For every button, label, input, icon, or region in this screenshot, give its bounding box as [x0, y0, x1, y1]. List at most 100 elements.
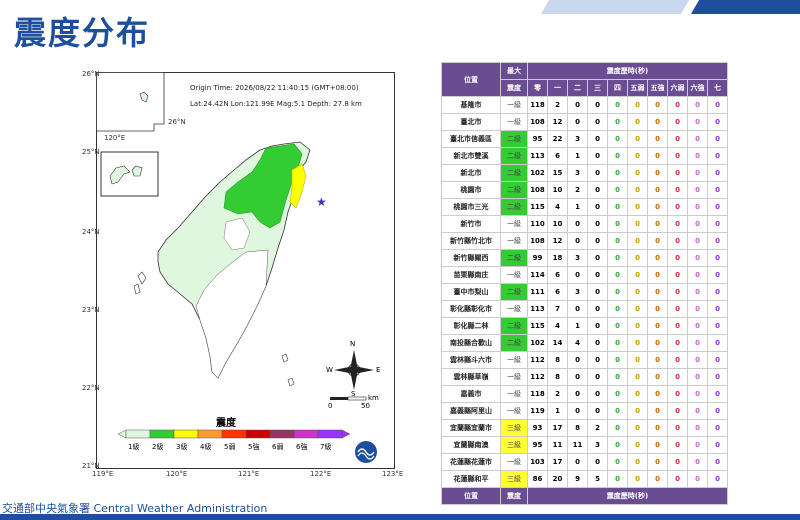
compass-w: W — [326, 366, 333, 374]
station-name: 彰化縣二林 — [441, 317, 501, 335]
duration-value: 0 — [667, 198, 688, 216]
duration-value: 0 — [607, 453, 628, 471]
duration-value: 115 — [527, 317, 548, 335]
duration-value: 0 — [707, 283, 728, 301]
table-row: 臺中市梨山 二級 111 6 3 0 0 0 0 0 0 0 — [441, 283, 728, 301]
duration-value: 17 — [547, 419, 568, 437]
duration-value: 0 — [687, 300, 708, 318]
intensity-map: ★ Origin Time: 2026/08/22 11:40:15 (GMT+… — [82, 70, 403, 478]
duration-value: 0 — [707, 266, 728, 284]
duration-value: 0 — [707, 215, 728, 233]
max-intensity: 一級 — [500, 453, 528, 471]
table-row: 新竹市 一級 110 10 0 0 0 0 0 0 0 0 — [441, 215, 728, 233]
max-intensity: 一級 — [500, 215, 528, 233]
duration-value: 0 — [667, 334, 688, 352]
table-row: 桃園市三光 二級 115 4 1 0 0 0 0 0 0 0 — [441, 198, 728, 216]
max-intensity: 二級 — [500, 181, 528, 199]
duration-value: 0 — [607, 164, 628, 182]
max-intensity: 一級 — [500, 96, 528, 114]
duration-value: 0 — [647, 283, 668, 301]
table-row: 嘉義縣阿里山 一級 119 1 0 0 0 0 0 0 0 0 — [441, 402, 728, 420]
duration-value: 0 — [567, 402, 588, 420]
duration-value: 0 — [627, 317, 648, 335]
duration-value: 0 — [627, 300, 648, 318]
duration-value: 111 — [527, 283, 548, 301]
duration-value: 0 — [647, 436, 668, 454]
duration-value: 0 — [627, 147, 648, 165]
station-name: 新竹縣關西 — [441, 249, 501, 267]
duration-value: 0 — [707, 453, 728, 471]
duration-value: 0 — [667, 266, 688, 284]
duration-value: 0 — [707, 198, 728, 216]
intensity-table-body: 基隆市 一級 118 2 0 0 0 0 0 0 0 0 臺北市 一級 108 12 0 0 0 0 0 0 0 0 臺北市信義… — [441, 96, 728, 488]
duration-value: 0 — [627, 368, 648, 386]
duration-value: 0 — [587, 300, 608, 318]
max-intensity: 三級 — [500, 419, 528, 437]
duration-value: 0 — [607, 147, 628, 165]
duration-value: 0 — [607, 300, 628, 318]
max-intensity: 二級 — [500, 164, 528, 182]
duration-value: 17 — [547, 453, 568, 471]
duration-value: 119 — [527, 402, 548, 420]
duration-value: 0 — [607, 96, 628, 114]
legend-title: 震度 — [216, 418, 236, 429]
col-five-strong: 五強 — [647, 79, 668, 97]
duration-value: 0 — [647, 198, 668, 216]
station-name: 嘉義縣阿里山 — [441, 402, 501, 420]
duration-value: 0 — [667, 283, 688, 301]
duration-value: 0 — [707, 368, 728, 386]
duration-value: 99 — [527, 249, 548, 267]
duration-value: 0 — [667, 164, 688, 182]
station-name: 花蓮縣花蓮市 — [441, 453, 501, 471]
duration-value: 1 — [567, 198, 588, 216]
table-row: 臺北市信義區 二級 95 22 3 0 0 0 0 0 0 0 — [441, 130, 728, 148]
station-name: 南投縣合歡山 — [441, 334, 501, 352]
duration-value: 0 — [627, 436, 648, 454]
duration-value: 12 — [547, 113, 568, 131]
duration-value: 8 — [547, 368, 568, 386]
duration-value: 0 — [667, 470, 688, 488]
col-three: 三 — [587, 79, 608, 97]
col-one: 一 — [547, 79, 568, 97]
duration-value: 0 — [647, 453, 668, 471]
duration-value: 0 — [647, 113, 668, 131]
duration-value: 112 — [527, 351, 548, 369]
duration-value: 0 — [627, 198, 648, 216]
duration-value: 0 — [707, 181, 728, 199]
duration-value: 0 — [667, 385, 688, 403]
duration-value: 22 — [547, 130, 568, 148]
duration-value: 10 — [547, 215, 568, 233]
duration-value: 0 — [647, 470, 668, 488]
duration-value: 0 — [687, 385, 708, 403]
footer-station: 位置 — [441, 487, 501, 505]
duration-value: 0 — [627, 283, 648, 301]
duration-value: 0 — [707, 300, 728, 318]
legend-label: 6強 — [296, 443, 308, 451]
station-name: 雲林縣斗六市 — [441, 351, 501, 369]
duration-value: 0 — [667, 317, 688, 335]
duration-value: 0 — [667, 300, 688, 318]
table-row: 新竹縣竹北市 一級 108 12 0 0 0 0 0 0 0 0 — [441, 232, 728, 250]
duration-value: 4 — [547, 198, 568, 216]
duration-value: 2 — [567, 181, 588, 199]
duration-value: 4 — [567, 334, 588, 352]
duration-value: 0 — [687, 470, 708, 488]
duration-value: 0 — [707, 249, 728, 267]
duration-value: 0 — [647, 181, 668, 199]
duration-value: 0 — [647, 232, 668, 250]
duration-value: 0 — [667, 419, 688, 437]
duration-value: 2 — [587, 419, 608, 437]
col-max-2: 震度 — [500, 79, 528, 97]
col-zero: 零 — [527, 79, 548, 97]
duration-value: 0 — [587, 402, 608, 420]
table-row: 彰化縣彰化市 一級 113 7 0 0 0 0 0 0 0 0 — [441, 300, 728, 318]
duration-value: 0 — [647, 215, 668, 233]
max-intensity: 一級 — [500, 368, 528, 386]
station-name: 宜蘭縣南澳 — [441, 436, 501, 454]
duration-value: 12 — [547, 232, 568, 250]
duration-value: 0 — [707, 334, 728, 352]
duration-value: 0 — [567, 113, 588, 131]
duration-value: 0 — [687, 283, 708, 301]
duration-value: 0 — [707, 419, 728, 437]
duration-value: 0 — [587, 249, 608, 267]
